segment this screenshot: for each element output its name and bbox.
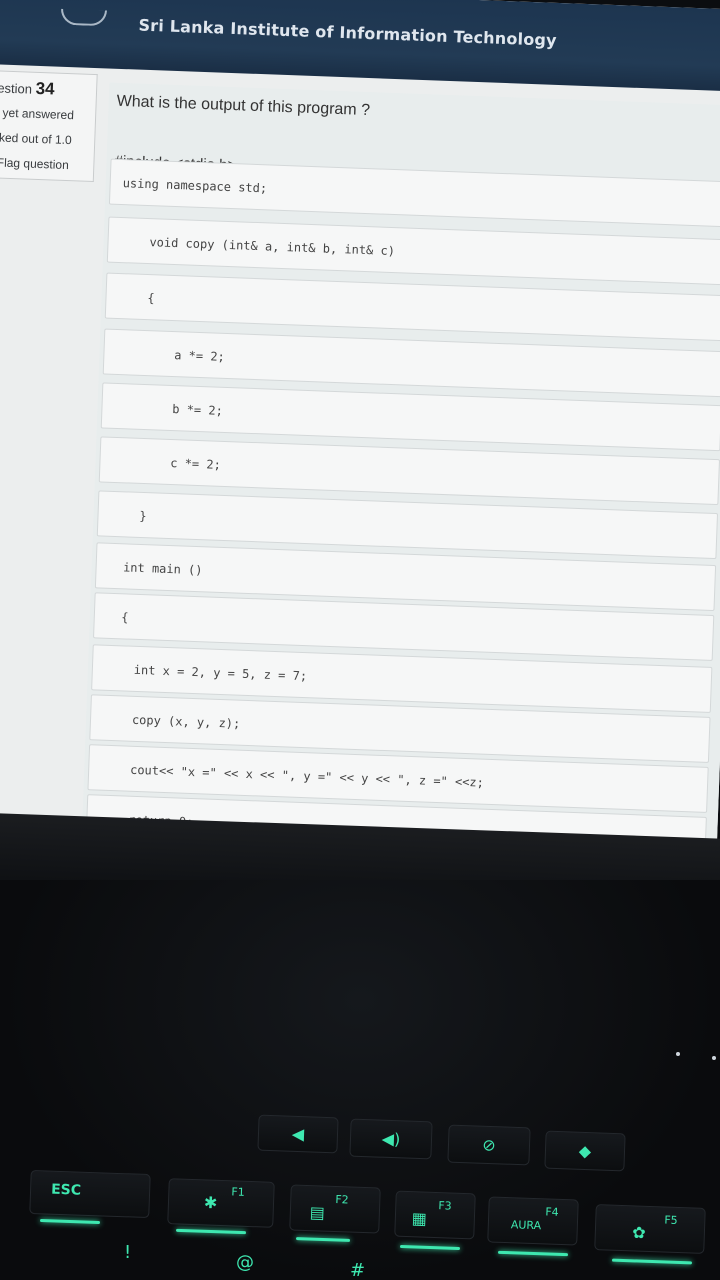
answer-status: ot yet answered bbox=[0, 105, 75, 123]
institute-logo-icon bbox=[60, 8, 108, 27]
f3-label: F3 bbox=[438, 1199, 452, 1213]
flag-question-link[interactable]: ▸ Flag question bbox=[0, 155, 69, 172]
f4-key[interactable]: F4 AURA bbox=[487, 1196, 579, 1246]
f4-aura-label: AURA bbox=[510, 1218, 542, 1233]
esc-key[interactable]: ESC bbox=[29, 1169, 151, 1219]
f2-label: F2 bbox=[335, 1193, 349, 1207]
mic-off-icon: ⊘ bbox=[481, 1135, 497, 1155]
key-1-symbol: ! bbox=[124, 1242, 132, 1263]
f1-label: F1 bbox=[231, 1185, 245, 1199]
status-light bbox=[712, 1056, 716, 1060]
question-content: What is the output of this program ? #in… bbox=[80, 82, 720, 870]
marks-label: arked out of 1.0 bbox=[0, 130, 72, 148]
question-info-panel: uestion 34 ot yet answered arked out of … bbox=[0, 69, 98, 183]
aura-icon: ◆ bbox=[578, 1141, 592, 1161]
site-header: Sri Lanka Institute of Information Techn… bbox=[0, 0, 720, 92]
brightness-off-icon: ✱ bbox=[203, 1192, 218, 1213]
code-line: using namespace std; bbox=[108, 158, 720, 228]
f5-key[interactable]: F5 ✿ bbox=[594, 1204, 706, 1254]
key-2-symbol: @ bbox=[236, 1252, 254, 1273]
esc-label: ESC bbox=[50, 1181, 82, 1199]
f4-label: F4 bbox=[545, 1205, 559, 1219]
question-prefix: uestion bbox=[0, 80, 33, 97]
keyboard-brightness-icon: ▦ bbox=[411, 1209, 428, 1229]
f3-key[interactable]: F3 ▦ bbox=[394, 1190, 476, 1240]
question-prompt: What is the output of this program ? bbox=[116, 92, 371, 120]
aura-toggle-key[interactable]: ◆ bbox=[544, 1130, 626, 1172]
laptop-screen: Sri Lanka Institute of Information Techn… bbox=[0, 0, 720, 870]
f2-key[interactable]: F2 ▤ bbox=[289, 1184, 381, 1234]
f5-label: F5 bbox=[664, 1213, 678, 1227]
volume-low-icon: ◀ bbox=[291, 1124, 305, 1144]
f1-key[interactable]: F1 ✱ bbox=[167, 1178, 275, 1228]
question-number: 34 bbox=[35, 78, 55, 99]
key-3-symbol: # bbox=[350, 1260, 366, 1280]
site-title: Sri Lanka Institute of Information Techn… bbox=[138, 15, 558, 50]
volume-high-icon: ◀) bbox=[381, 1129, 401, 1149]
fan-mode-icon: ✿ bbox=[632, 1223, 647, 1243]
keyboard-backlight-icon: ▤ bbox=[309, 1203, 326, 1223]
mic-mute-key[interactable]: ⊘ bbox=[447, 1124, 531, 1166]
status-light bbox=[676, 1052, 680, 1056]
question-number-label: uestion 34 bbox=[0, 77, 55, 99]
volume-up-key[interactable]: ◀) bbox=[349, 1118, 433, 1160]
volume-down-key[interactable]: ◀ bbox=[257, 1114, 339, 1154]
flag-question-label: Flag question bbox=[0, 155, 70, 173]
